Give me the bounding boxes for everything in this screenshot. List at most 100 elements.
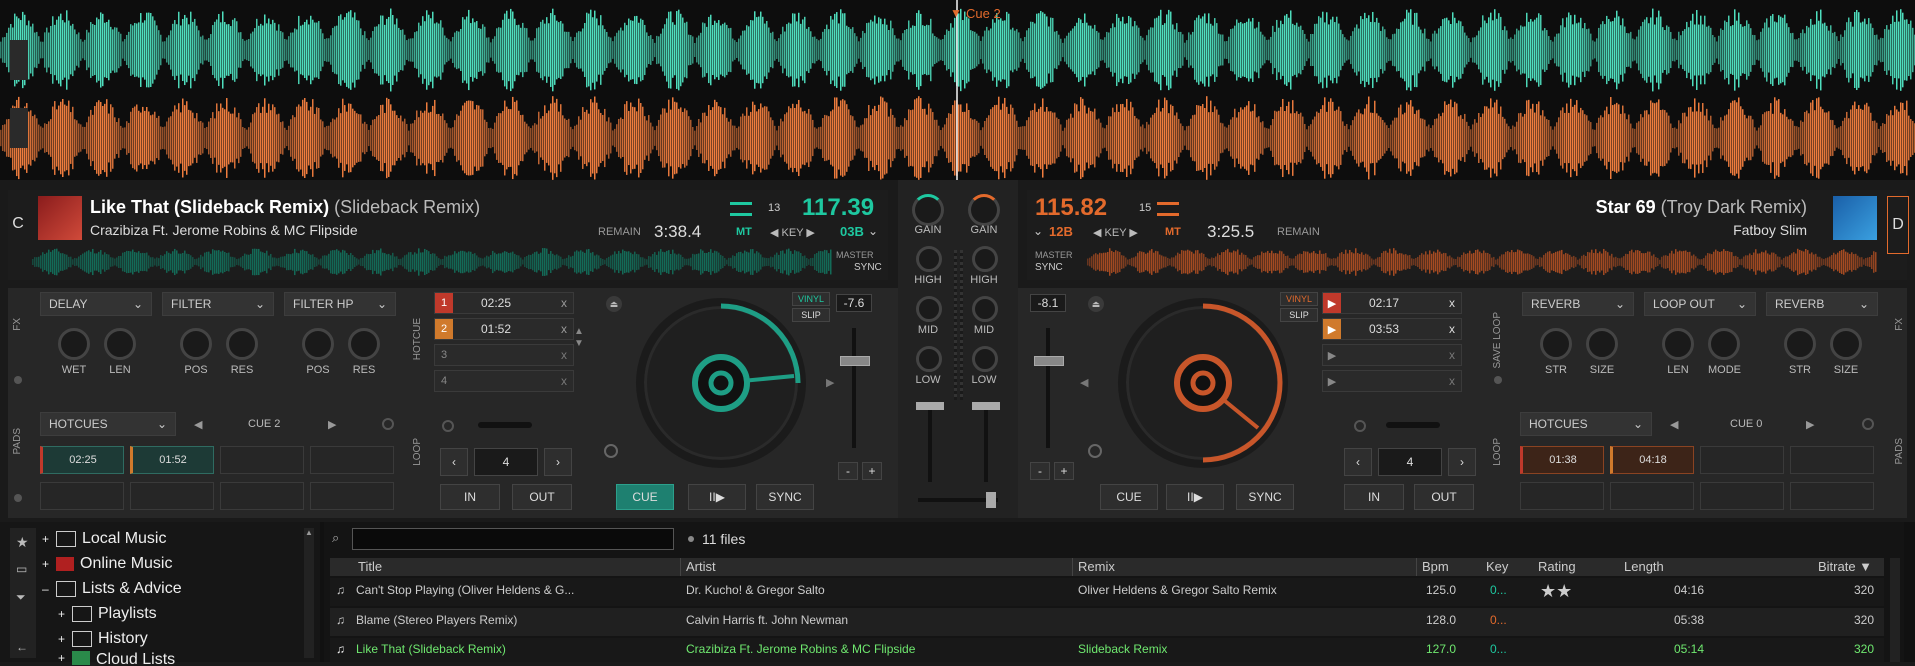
deck-b-remain-time[interactable]: 3:25.5	[1207, 222, 1254, 242]
cue-button-a[interactable]: CUE	[616, 484, 674, 510]
col-length[interactable]: Length	[1624, 559, 1664, 574]
pad-3[interactable]	[1700, 446, 1784, 474]
fx-power-icon[interactable]	[14, 376, 22, 384]
tree-item-online-music[interactable]: + Online Music	[42, 551, 172, 576]
loop-size[interactable]: 4	[474, 448, 538, 476]
deck-a-letter[interactable]: C	[8, 196, 28, 252]
pads-option-icon[interactable]	[382, 418, 394, 430]
jog-option-icon[interactable]	[604, 444, 618, 458]
loop-halve-button[interactable]: ‹	[440, 448, 468, 476]
tree-scrollbar[interactable]: ▲	[304, 528, 314, 658]
sync-button-a[interactable]: SYNC	[756, 484, 814, 510]
gain-knob-b[interactable]	[968, 194, 1000, 226]
deck-a-key[interactable]: 03B	[840, 224, 864, 239]
col-artist[interactable]: Artist	[686, 559, 716, 574]
tree-item-playlists[interactable]: + Playlists	[58, 601, 157, 626]
deck-b-key-control[interactable]: ◀ KEY ▶	[1093, 226, 1138, 239]
tree-expander[interactable]: +	[42, 532, 56, 546]
table-row[interactable]: ♫ Can't Stop Playing (Oliver Heldens & G…	[330, 578, 1884, 606]
col-title[interactable]: Title	[358, 559, 382, 574]
knob-wet[interactable]	[58, 328, 90, 360]
hotcue-row-3[interactable]: ▶ x	[1322, 344, 1462, 366]
hotcue-delete-icon[interactable]: x	[1449, 374, 1455, 388]
hotcue-row-1[interactable]: ▶ 02:17 x	[1322, 292, 1462, 314]
pad-5[interactable]	[1520, 482, 1604, 510]
low-knob-a[interactable]	[916, 346, 942, 372]
tree-expander[interactable]: +	[58, 632, 72, 646]
pad-3[interactable]	[220, 446, 304, 474]
pad-8[interactable]	[1790, 482, 1874, 510]
pitch-slider-handle-a[interactable]	[840, 356, 870, 366]
fx-slot-2-select[interactable]: LOOP OUT ⌄	[1644, 292, 1756, 316]
crossfader-handle[interactable]	[986, 492, 996, 508]
waveform-area[interactable]: ▼ Cue 2	[0, 0, 1915, 180]
knob-res-2[interactable]	[348, 328, 380, 360]
hotcue-delete-icon[interactable]: x	[1449, 322, 1455, 336]
pitch-slider-track-a[interactable]	[852, 328, 856, 448]
knob-pos-2[interactable]	[302, 328, 334, 360]
mid-knob-a[interactable]	[916, 296, 942, 322]
row-rating[interactable]: ★★	[1540, 581, 1572, 602]
pad-2[interactable]: 04:18	[1610, 446, 1694, 474]
col-bitrate[interactable]: Bitrate ▼	[1818, 559, 1872, 574]
fx-slot-3-select[interactable]: FILTER HP ⌄	[284, 292, 396, 316]
deck-b-master[interactable]: MASTER	[1035, 250, 1073, 260]
hotcue-row-4[interactable]: ▶ x	[1322, 370, 1462, 392]
high-knob-a[interactable]	[916, 246, 942, 272]
col-rating[interactable]: Rating	[1538, 559, 1576, 574]
deck-a-mt[interactable]: MT	[736, 226, 752, 238]
jog-option-icon[interactable]	[1088, 444, 1102, 458]
loop-slider[interactable]	[478, 422, 532, 428]
tree-item-cloud-lists[interactable]: + Cloud Lists	[58, 651, 175, 666]
pads-mode-select[interactable]: HOTCUES ⌄	[1520, 412, 1652, 436]
hotcue-delete-icon[interactable]: x	[561, 374, 567, 388]
knob-size-2[interactable]	[1830, 328, 1862, 360]
volume-fader-b[interactable]	[972, 402, 1000, 410]
deck-a-mini-waveform[interactable]	[32, 248, 832, 276]
loop-option-icon[interactable]	[442, 420, 454, 432]
loop-option-icon[interactable]	[1354, 420, 1366, 432]
mid-knob-b[interactable]	[972, 296, 998, 322]
volume-fader-track-b[interactable]	[984, 402, 988, 482]
deck-b-sync-label[interactable]: SYNC	[1035, 262, 1063, 273]
pad-1[interactable]: 02:25	[40, 446, 124, 474]
star-icon[interactable]: ★	[16, 534, 29, 551]
pitch-plus-b[interactable]: +	[1054, 462, 1074, 480]
wave-zoom-handle-b[interactable]	[10, 108, 28, 148]
gain-knob-a[interactable]	[912, 194, 944, 226]
deck-a-bpm[interactable]: 117.39	[802, 194, 874, 222]
jog-wheel-a[interactable]	[636, 298, 806, 468]
hotcue-delete-icon[interactable]: x	[1449, 348, 1455, 362]
hotcue-delete-icon[interactable]: x	[561, 322, 567, 336]
high-knob-b[interactable]	[972, 246, 998, 272]
table-row[interactable]: ♫ Like That (Slideback Remix) Crazibiza …	[330, 638, 1884, 662]
track-list-scrollbar[interactable]	[1890, 558, 1900, 662]
pitch-minus-a[interactable]: -	[838, 462, 858, 480]
pitch-value-a[interactable]: -7.6	[836, 294, 872, 312]
deck-a-sync-label[interactable]: SYNC	[854, 262, 882, 273]
cue-button-b[interactable]: CUE	[1100, 484, 1158, 510]
pads-power-icon[interactable]	[14, 494, 22, 502]
eject-icon[interactable]: ⏏	[606, 296, 622, 312]
loop-double-button[interactable]: ›	[1448, 448, 1476, 476]
pads-next-icon[interactable]: ▶	[328, 418, 336, 431]
pitch-minus-b[interactable]: -	[1030, 462, 1050, 480]
col-key[interactable]: Key	[1486, 559, 1508, 574]
col-remix[interactable]: Remix	[1078, 559, 1115, 574]
deck-b-mini-waveform[interactable]	[1087, 248, 1877, 276]
pad-2[interactable]: 01:52	[130, 446, 214, 474]
tree-item-lists-advice[interactable]: – Lists & Advice	[42, 576, 182, 601]
tree-expander[interactable]: +	[42, 557, 56, 571]
fx-slot-1-select[interactable]: DELAY ⌄	[40, 292, 152, 316]
knob-len[interactable]	[1662, 328, 1694, 360]
loop-out-button[interactable]: OUT	[1414, 484, 1474, 510]
pad-6[interactable]	[1610, 482, 1694, 510]
hotcue-row-4[interactable]: 4x	[434, 370, 574, 392]
deck-b-mt[interactable]: MT	[1165, 226, 1181, 238]
jog-wheel-b[interactable]	[1118, 298, 1288, 468]
tree-item-local-music[interactable]: + Local Music	[42, 526, 166, 551]
hotcue-row-2[interactable]: ▶ 03:53 x	[1322, 318, 1462, 340]
back-icon[interactable]: ←	[16, 640, 28, 654]
loop-size[interactable]: 4	[1378, 448, 1442, 476]
pad-7[interactable]	[220, 482, 304, 510]
